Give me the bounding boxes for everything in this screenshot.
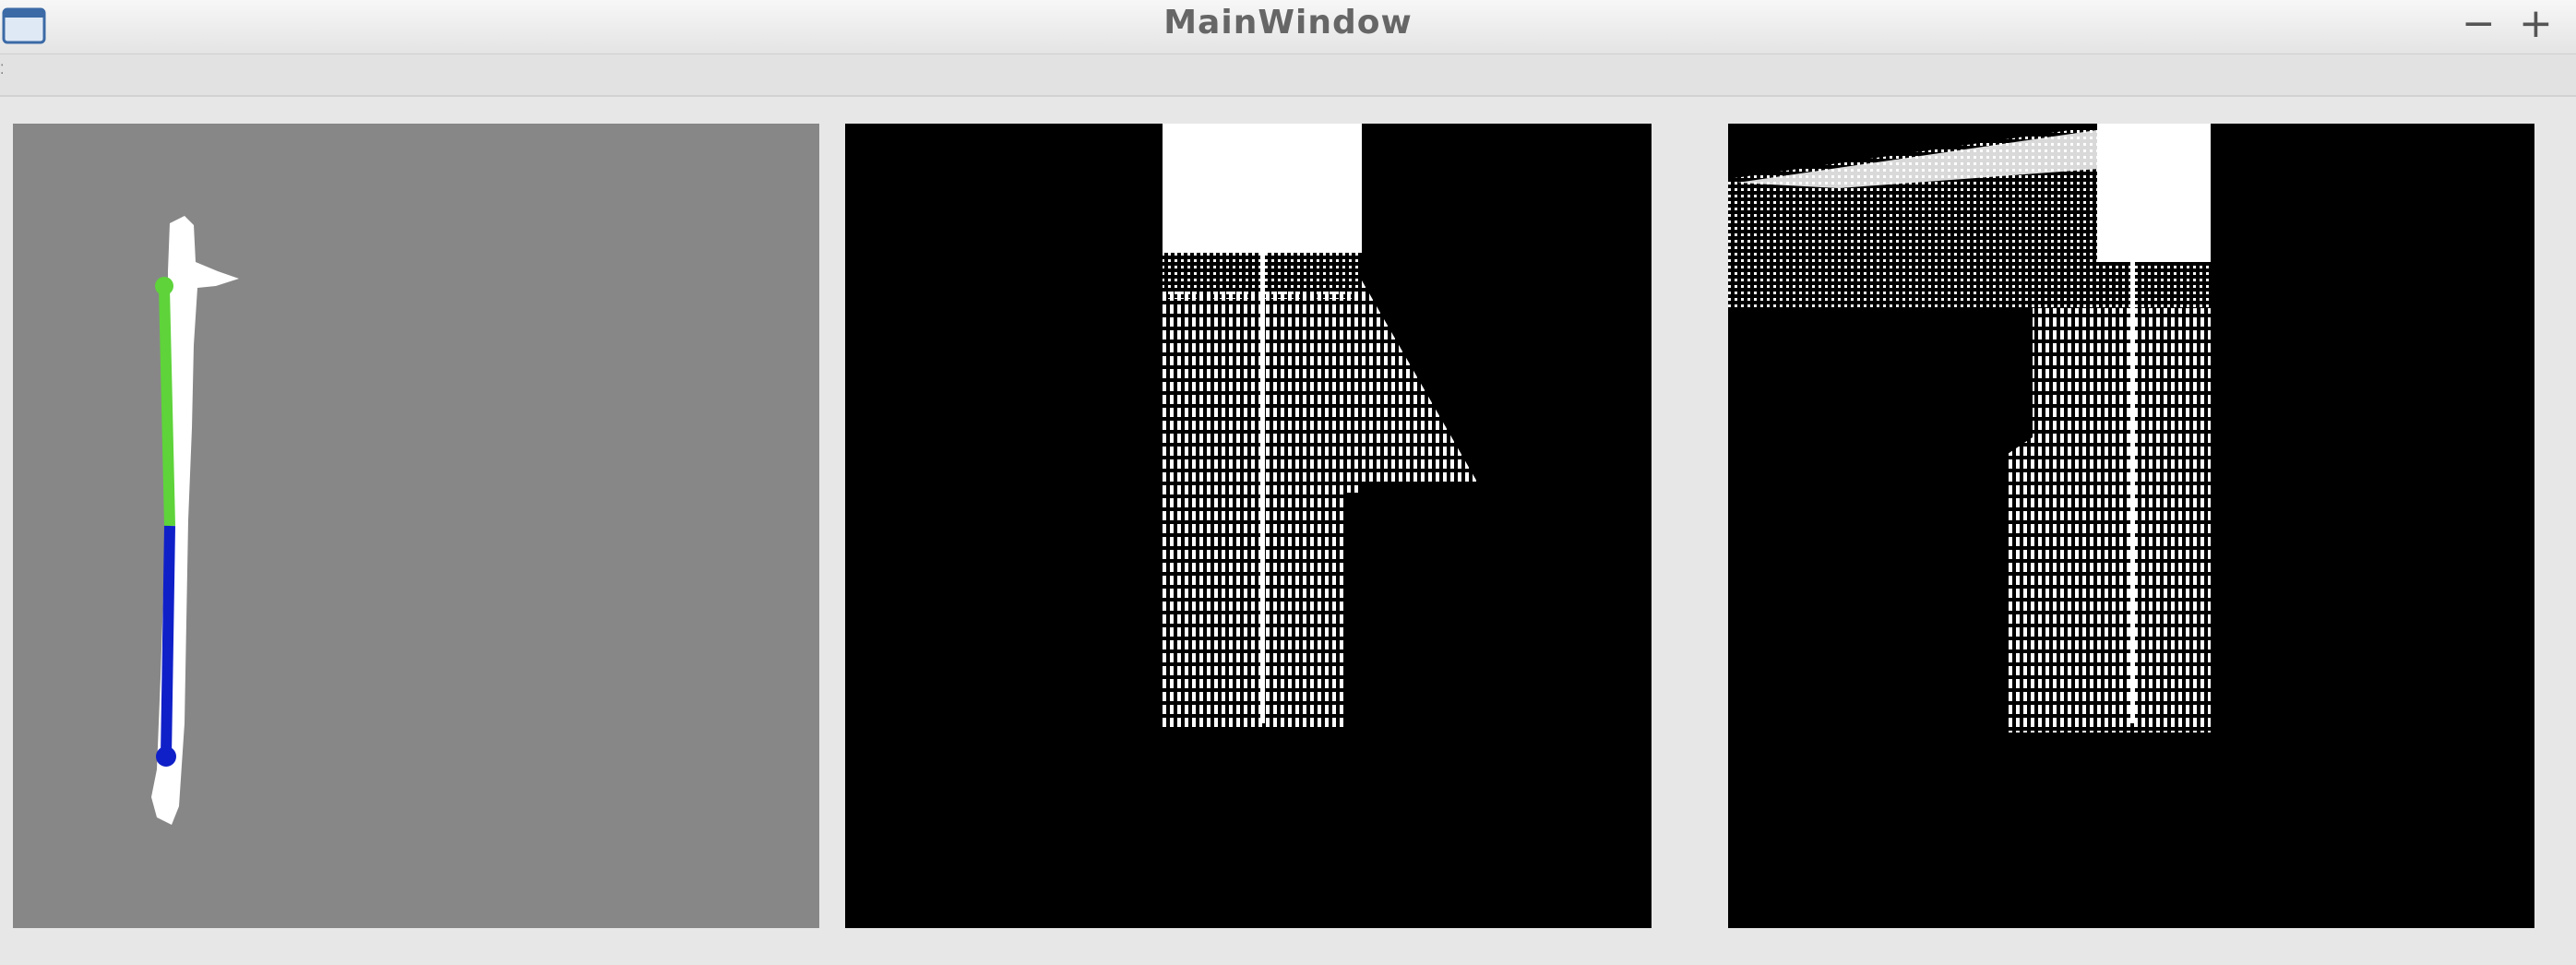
binary-scan-view-2 — [1728, 124, 2534, 928]
segment-blue — [161, 525, 175, 757]
binary-scan-view-1 — [845, 124, 1652, 928]
menu-bar — [0, 54, 2576, 97]
tracking-view — [13, 124, 819, 928]
title-bar: MainWindow − + — [0, 0, 2576, 54]
minimize-button[interactable]: − — [2462, 2, 2496, 46]
start-point — [155, 277, 173, 295]
window-title: MainWindow — [1163, 4, 1413, 42]
maximize-button[interactable]: + — [2519, 2, 2553, 46]
segment-green — [159, 287, 175, 527]
end-point — [156, 746, 176, 767]
menu-handle: ⁚ — [0, 63, 5, 77]
